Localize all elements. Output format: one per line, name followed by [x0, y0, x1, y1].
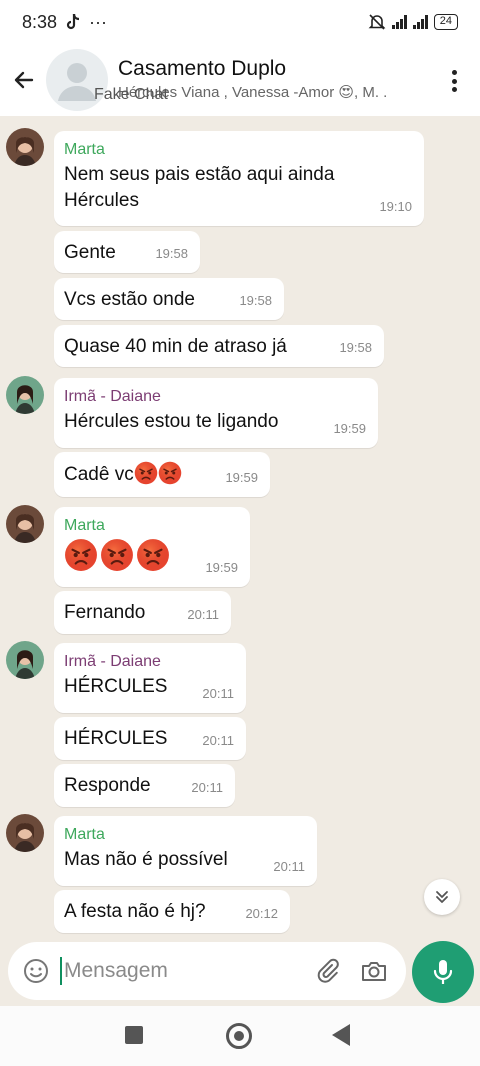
double-chevron-down-icon: [436, 891, 448, 903]
message-bubble[interactable]: Fernando 20:11: [54, 591, 231, 634]
message-time: 20:11: [273, 859, 305, 874]
sender-name: Marta: [64, 826, 105, 843]
message-time: 20:12: [245, 906, 278, 921]
message-text: Vcs estão onde: [64, 289, 195, 310]
message-text: Cadê vc: [64, 464, 134, 485]
message-bubble[interactable]: Cadê vc 19:59: [54, 452, 270, 497]
message-time: 20:11: [202, 686, 234, 701]
message-time: 19:58: [239, 293, 272, 308]
avatar-daiane[interactable]: [6, 376, 44, 414]
sender-name: Irmã - Daiane: [64, 653, 161, 670]
sender-name: Irmã - Daiane: [64, 388, 161, 405]
message-bubble[interactable]: Marta Mas não é possível 20:11: [54, 816, 317, 886]
message-text: Fernando: [64, 602, 146, 623]
signal-icon-2: [412, 15, 428, 29]
avatar-marta[interactable]: [6, 128, 44, 166]
message-time: 20:11: [202, 733, 234, 748]
message-text: A festa não é hj?: [64, 901, 206, 922]
message-time: 19:59: [333, 421, 366, 436]
message-bubble[interactable]: Responde 20:11: [54, 764, 235, 807]
smiley-icon: [24, 959, 48, 983]
message-bubble[interactable]: Quase 40 min de atraso já 19:58: [54, 325, 384, 367]
message-text: Nem seus pais estão aqui ainda: [64, 164, 335, 185]
message-composer: [8, 942, 406, 1000]
message-bubble[interactable]: A festa não é hj? 20:12: [54, 890, 290, 933]
system-back-button[interactable]: [332, 1024, 350, 1046]
status-time: 8:38: [22, 11, 58, 32]
status-bar: 8:38 ··· 24: [0, 0, 480, 44]
angry-face-emoji: [136, 538, 170, 572]
paperclip-icon: [317, 958, 339, 983]
message-time: 19:59: [205, 560, 238, 575]
message-bubble[interactable]: Irmã - Daiane Hércules estou te ligando …: [54, 378, 378, 448]
message-time: 19:58: [339, 340, 372, 355]
angry-face-emoji: [100, 538, 134, 572]
angry-face-emoji: [134, 461, 158, 485]
angry-face-emoji: [158, 461, 182, 485]
camera-button[interactable]: [354, 951, 394, 991]
mute-bell-icon: [368, 14, 386, 30]
message-bubble[interactable]: Irmã - Daiane HÉRCULES 20:11: [54, 643, 246, 713]
avatar-marta[interactable]: [6, 505, 44, 543]
chat-header: Casamento Duplo Hércules Viana , Vanessa…: [0, 44, 480, 116]
message-bubble[interactable]: Vcs estão onde 19:58: [54, 278, 284, 320]
message-text: Hércules estou te ligando: [64, 411, 279, 432]
camera-icon: [362, 962, 386, 981]
message-text: Quase 40 min de atraso já: [64, 336, 287, 357]
message-bubble[interactable]: Gente 19:58: [54, 231, 200, 273]
message-text: Gente: [64, 242, 116, 263]
sender-name: Marta: [64, 517, 105, 534]
emoji-button[interactable]: [16, 951, 56, 991]
scroll-to-bottom-button[interactable]: [424, 879, 460, 915]
more-options-button[interactable]: [442, 66, 466, 96]
status-dots: ···: [89, 11, 108, 32]
message-text: Mas não é possível: [64, 849, 228, 870]
message-text: HÉRCULES: [64, 728, 168, 749]
sender-name: Marta: [64, 141, 105, 158]
arrow-left-icon: [14, 71, 34, 89]
message-time: 19:10: [379, 199, 412, 214]
battery-indicator: 24: [433, 14, 458, 30]
avatar-daiane[interactable]: [6, 641, 44, 679]
recent-apps-button[interactable]: [125, 1026, 143, 1044]
message-time: 19:58: [155, 246, 188, 261]
message-bubble[interactable]: HÉRCULES 20:11: [54, 717, 246, 760]
message-input[interactable]: [60, 957, 290, 985]
chat-title: Casamento Duplo: [118, 57, 287, 80]
message-time: 19:59: [225, 470, 258, 485]
voice-record-button[interactable]: [412, 941, 474, 1003]
tiktok-icon: [66, 13, 80, 30]
message-bubble[interactable]: Marta Nem seus pais estão aqui ainda Hér…: [54, 131, 424, 226]
home-button[interactable]: [226, 1023, 252, 1049]
system-nav-bar: [0, 1006, 480, 1066]
angry-face-emoji: [64, 538, 98, 572]
watermark-text: Fake Chat: [94, 86, 168, 103]
microphone-icon: [433, 960, 453, 984]
avatar-marta[interactable]: [6, 814, 44, 852]
message-text: Responde: [64, 775, 151, 796]
back-button[interactable]: [2, 58, 46, 102]
message-time: 20:11: [187, 607, 219, 622]
message-time: 20:11: [191, 780, 223, 795]
message-bubble[interactable]: Marta 19:59: [54, 507, 250, 587]
signal-icon: [391, 15, 407, 29]
attach-button[interactable]: [308, 951, 348, 991]
message-text: Hércules: [64, 190, 139, 211]
